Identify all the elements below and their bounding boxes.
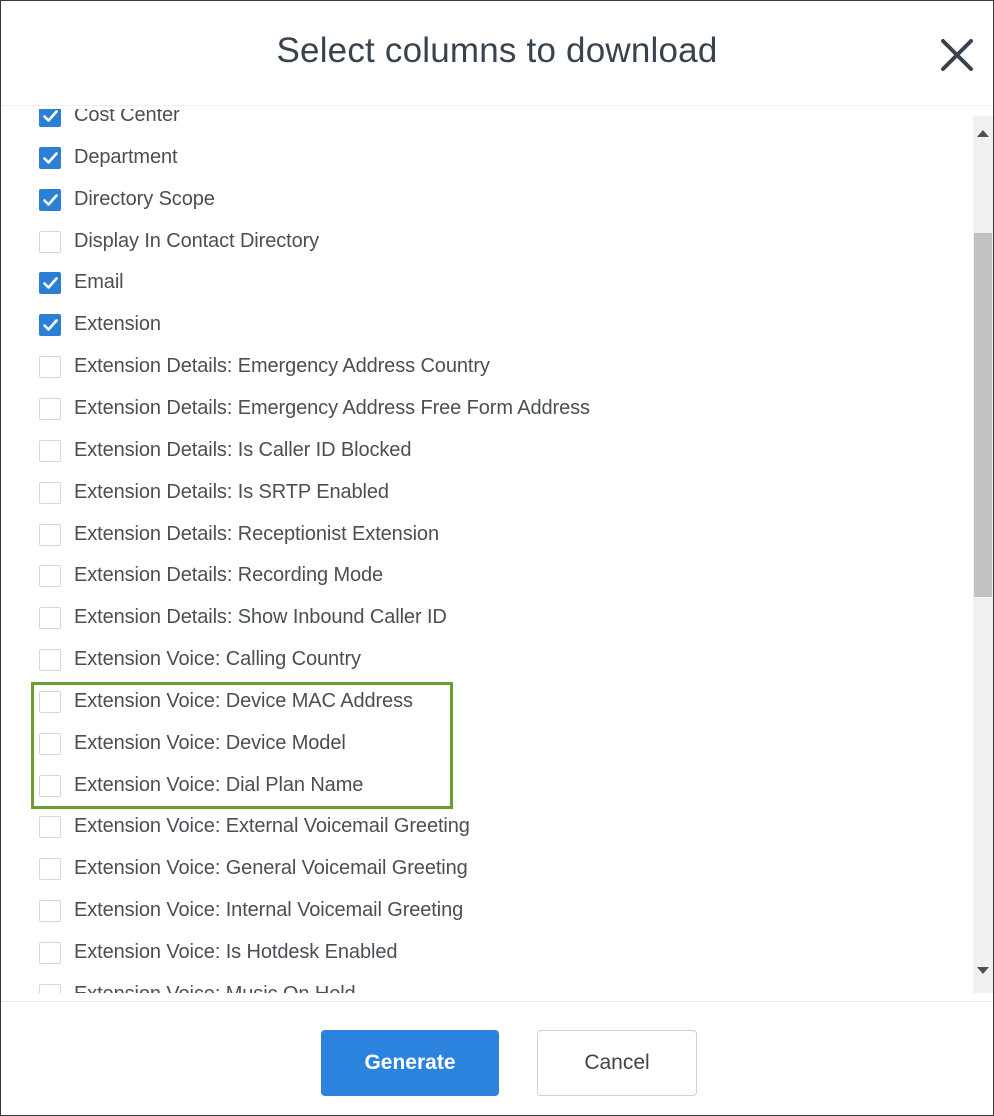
checkbox-unchecked[interactable] (39, 565, 61, 587)
checkbox-unchecked[interactable] (39, 607, 61, 629)
select-columns-dialog: Select columns to download Cost Center De… (0, 0, 994, 1116)
scroll-down-arrow-icon[interactable] (977, 967, 989, 974)
checkbox-unchecked[interactable] (39, 733, 61, 755)
check-icon (43, 110, 58, 122)
checkbox-unchecked[interactable] (39, 858, 61, 880)
close-icon[interactable] (937, 35, 977, 75)
check-icon (43, 277, 58, 289)
column-option-label: Extension Voice: External Voicemail Gree… (74, 815, 470, 837)
column-option-label: Extension Details: Recording Mode (74, 564, 384, 586)
checkbox-unchecked[interactable] (39, 440, 61, 462)
checkbox-unchecked[interactable] (39, 775, 61, 797)
column-option-label: Extension Voice: Internal Voicemail Gree… (74, 899, 464, 921)
checkbox-checked[interactable] (39, 147, 61, 169)
column-option-label: Extension Voice: Device Model (74, 732, 346, 754)
check-icon (43, 319, 58, 331)
column-option-label: Extension Details: Is Caller ID Blocked (74, 439, 412, 461)
checkbox-unchecked[interactable] (39, 231, 61, 253)
column-option-label: Extension Details: Emergency Address Fre… (74, 397, 590, 419)
checkbox-unchecked[interactable] (39, 524, 61, 546)
column-option-label: Display In Contact Directory (74, 230, 320, 252)
column-option-label: Cost Center (74, 109, 180, 126)
checkbox-unchecked[interactable] (39, 984, 61, 993)
scrollbar-thumb[interactable] (974, 233, 992, 597)
scroll-up-arrow-icon[interactable] (977, 130, 989, 137)
column-option-label: Extension Details: Receptionist Extensio… (74, 523, 439, 545)
checkbox-unchecked[interactable] (39, 649, 61, 671)
check-icon (43, 152, 58, 164)
checkbox-unchecked[interactable] (39, 356, 61, 378)
cancel-button[interactable]: Cancel (537, 1030, 697, 1096)
scrollbar[interactable] (973, 116, 993, 993)
checkbox-checked[interactable] (39, 189, 61, 211)
column-option-label: Directory Scope (74, 188, 215, 210)
checkbox-checked[interactable] (39, 109, 61, 127)
checkbox-unchecked[interactable] (39, 398, 61, 420)
checkbox-unchecked[interactable] (39, 900, 61, 922)
checkbox-unchecked[interactable] (39, 942, 61, 964)
column-option-label: Extension (74, 313, 161, 335)
dialog-footer: Generate Cancel (1, 1001, 993, 1115)
dialog-header: Select columns to download (1, 1, 993, 106)
column-option-label: Extension Voice: Dial Plan Name (74, 774, 364, 796)
column-option-label: Extension Voice: Device MAC Address (74, 690, 413, 712)
column-option-label: Extension Details: Show Inbound Caller I… (74, 606, 447, 628)
check-icon (43, 194, 58, 206)
column-option-label: Department (74, 146, 178, 168)
column-option-label: Extension Voice: General Voicemail Greet… (74, 857, 468, 879)
column-option-label: Extension Voice: Music On Hold (74, 983, 356, 993)
checkbox-unchecked[interactable] (39, 482, 61, 504)
column-option-label: Email (74, 271, 124, 293)
generate-button[interactable]: Generate (321, 1030, 499, 1096)
column-option-label: Extension Details: Emergency Address Cou… (74, 355, 490, 377)
column-option-label: Extension Details: Is SRTP Enabled (74, 481, 389, 503)
checkbox-unchecked[interactable] (39, 691, 61, 713)
checkbox-checked[interactable] (39, 314, 61, 336)
column-list-viewport: Cost Center Department Directory Scope Disp… (1, 109, 993, 993)
column-option-label: Extension Voice: Is Hotdesk Enabled (74, 941, 398, 963)
checkbox-unchecked[interactable] (39, 816, 61, 838)
column-option-label: Extension Voice: Calling Country (74, 648, 361, 670)
checkbox-checked[interactable] (39, 272, 61, 294)
dialog-title: Select columns to download (276, 31, 718, 70)
